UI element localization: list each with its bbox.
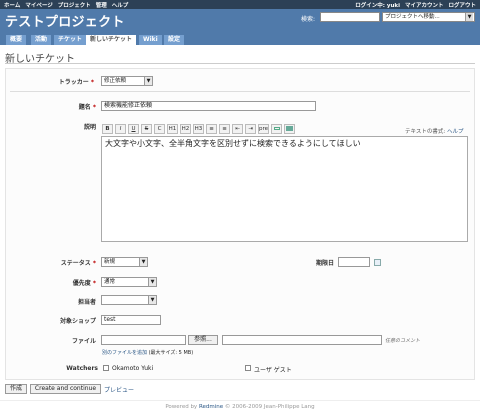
link-button[interactable] <box>271 124 282 134</box>
top-menu-help[interactable]: ヘルプ <box>112 1 129 9</box>
h1-button[interactable]: H1 <box>167 124 178 134</box>
tab-settings[interactable]: 設定 <box>164 35 185 45</box>
assignee-select[interactable]: ▼ <box>101 295 157 305</box>
footer: Powered by Redmine © 2006-2009 Jean-Phil… <box>0 400 480 412</box>
max-size-note: (最大サイズ: 5 MB) <box>148 350 194 356</box>
title-divider <box>5 63 475 64</box>
tab-new-issue[interactable]: 新しいチケット <box>86 35 137 45</box>
target-shop-label: 対象ショップ <box>59 318 96 325</box>
indent-button[interactable]: ⇥ <box>245 124 256 134</box>
watchers-label: Watchers <box>66 365 98 372</box>
wiki-toolbar: B I U S C H1 H2 H3 ≡ ≡ ⇤ ⇥ pre <box>102 124 295 134</box>
project-jump-value: プロジェクトへ移動... <box>385 14 440 20</box>
watcher-name: Okamoto Yuki <box>112 365 154 372</box>
pre-button[interactable]: pre <box>258 124 269 134</box>
due-date-label: 期限日 <box>315 260 334 267</box>
tab-activity[interactable]: 活動 <box>31 35 52 45</box>
add-file-link[interactable]: 別のファイルを追加 <box>102 350 147 356</box>
status-label: ステータス * <box>60 260 96 267</box>
create-button[interactable]: 作成 <box>5 384 27 394</box>
priority-value: 通常 <box>104 279 116 285</box>
priority-label: 優先度 * <box>72 280 96 287</box>
project-jump-select[interactable]: プロジェクトへ移動... ▼ <box>382 12 475 22</box>
image-icon <box>286 126 293 131</box>
form-divider <box>10 91 470 92</box>
assignee-label: 担当者 <box>77 299 96 306</box>
add-file-row: 別のファイルを追加 (最大サイズ: 5 MB) <box>102 349 193 356</box>
text-format-help: テキストの書式: ヘルプ <box>405 129 464 135</box>
file-label: ファイル <box>71 338 96 345</box>
target-shop-value: test <box>104 316 116 323</box>
tracker-select[interactable]: 修正依頼 ▼ <box>101 76 153 86</box>
bold-button[interactable]: B <box>102 124 113 134</box>
chevron-down-icon: ▼ <box>465 13 473 21</box>
file-comment-input[interactable] <box>222 335 382 345</box>
italic-button[interactable]: I <box>115 124 126 134</box>
strike-button[interactable]: S <box>141 124 152 134</box>
subject-input[interactable]: 検索機能修正依頼 <box>101 101 316 111</box>
watcher-checkbox[interactable] <box>245 365 251 371</box>
status-select[interactable]: 新規 ▼ <box>101 257 148 267</box>
watcher-name: ユーザ ゲスト <box>254 367 292 374</box>
description-label: 説明 <box>83 124 96 131</box>
top-menu-logout[interactable]: ログアウト <box>448 1 476 9</box>
file-path-input[interactable] <box>101 335 186 345</box>
target-shop-input[interactable]: test <box>101 315 161 325</box>
image-button[interactable] <box>284 124 295 134</box>
chevron-down-icon: ▼ <box>148 278 156 286</box>
description-textarea[interactable]: 大文字や小文字、全半角文字を区別せずに検索できるようにしてほしい <box>101 136 468 242</box>
search-input[interactable] <box>320 12 380 22</box>
top-menu-projects[interactable]: プロジェクト <box>58 1 91 9</box>
numbered-list-button[interactable]: ≡ <box>219 124 230 134</box>
chevron-down-icon: ▼ <box>144 77 152 85</box>
status-value: 新規 <box>104 259 116 265</box>
calendar-icon[interactable] <box>374 259 381 266</box>
main-tabs: 概要 活動 チケット 新しいチケット Wiki 設定 <box>0 34 480 45</box>
logged-in-as: ログイン中: yuki <box>355 3 400 9</box>
tab-wiki[interactable]: Wiki <box>139 35 162 45</box>
text-format-help-link[interactable]: ヘルプ <box>447 129 464 135</box>
outdent-button[interactable]: ⇤ <box>232 124 243 134</box>
browse-button[interactable]: 参照... <box>188 335 218 345</box>
description-value: 大文字や小文字、全半角文字を区別せずに検索できるようにしてほしい <box>105 139 361 148</box>
file-comment-hint: 任意のコメント <box>385 338 421 344</box>
tab-overview[interactable]: 概要 <box>6 35 27 45</box>
header: テストプロジェクト 検索: プロジェクトへ移動... ▼ <box>0 9 480 34</box>
tracker-value: 修正依頼 <box>104 78 127 84</box>
subject-value: 検索機能修正依頼 <box>104 102 153 109</box>
bulleted-list-button[interactable]: ≡ <box>206 124 217 134</box>
top-menu-home[interactable]: ホーム <box>4 1 20 9</box>
top-menu-admin[interactable]: 管理 <box>96 1 107 9</box>
tab-issues[interactable]: チケット <box>54 35 87 45</box>
link-icon <box>273 127 280 130</box>
h3-button[interactable]: H3 <box>193 124 204 134</box>
subject-label: 題名 * <box>78 104 96 111</box>
project-title: テストプロジェクト <box>5 15 125 30</box>
chevron-down-icon: ▼ <box>148 296 156 304</box>
top-menu-my-account[interactable]: マイアカウント <box>405 1 444 9</box>
h2-button[interactable]: H2 <box>180 124 191 134</box>
top-menu-mypage[interactable]: マイページ <box>25 1 52 9</box>
chevron-down-icon: ▼ <box>139 258 147 266</box>
create-continue-button[interactable]: Create and continue <box>30 384 101 394</box>
due-date-input[interactable] <box>338 257 370 267</box>
priority-select[interactable]: 通常 ▼ <box>101 277 157 287</box>
preview-link[interactable]: プレビュー <box>104 385 134 394</box>
code-button[interactable]: C <box>154 124 165 134</box>
tracker-label: トラッカー * <box>58 79 94 86</box>
watcher-checkbox[interactable] <box>103 365 109 371</box>
search-label: 検索: <box>301 16 316 23</box>
top-menu: ホーム マイページ プロジェクト 管理 ヘルプ ログイン中: yuki マイアカ… <box>0 0 480 9</box>
underline-button[interactable]: U <box>128 124 139 134</box>
redmine-link[interactable]: Redmine <box>199 404 223 410</box>
